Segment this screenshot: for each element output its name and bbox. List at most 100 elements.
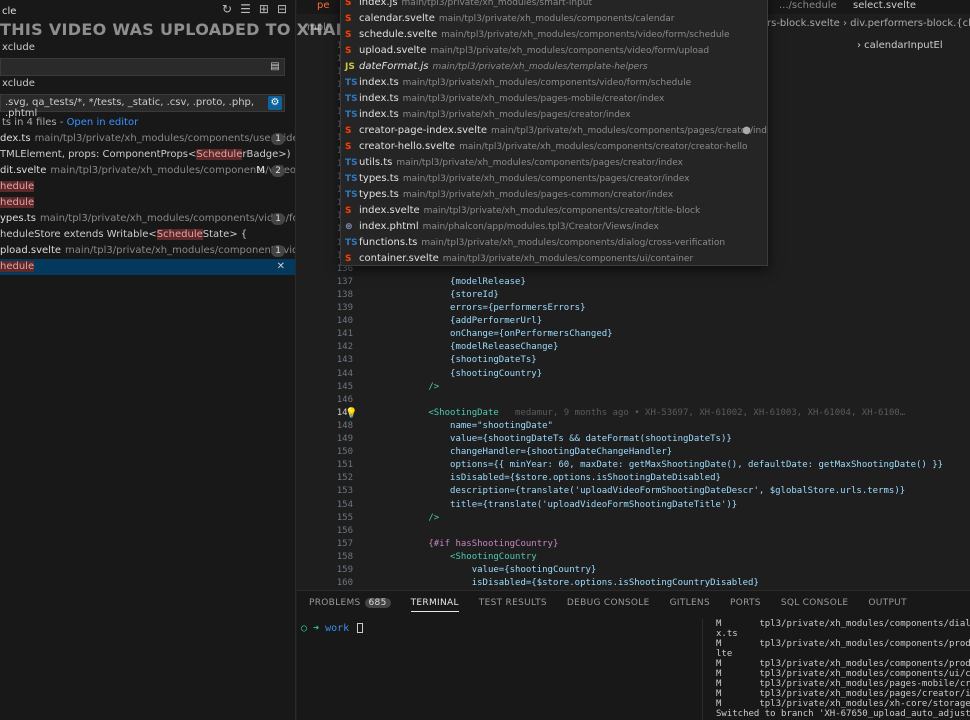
quick-open-file-name: index.ts bbox=[359, 77, 399, 88]
files-to-exclude-input[interactable]: .svg, qa_tests/*, */tests, _static, .csv… bbox=[0, 94, 285, 119]
quick-open-item[interactable]: TStypes.ts main/tpl3/private/xh_modules/p… bbox=[341, 187, 767, 203]
line-number: 157 bbox=[336, 538, 353, 549]
match-count-badge: 1 bbox=[271, 245, 285, 257]
code-text: /> bbox=[385, 381, 440, 392]
quick-open-item[interactable]: TSindex.ts main/tpl3/private/xh_modules/c… bbox=[341, 75, 767, 91]
refresh-icon[interactable]: ↻ bbox=[222, 2, 232, 16]
terminal-output: M tpl3/private/xh_modules/components/dia… bbox=[702, 619, 970, 720]
tab-mpl[interactable]: mpl bbox=[307, 22, 326, 33]
code-text: isDisabled={$store.options.isShootingCou… bbox=[385, 578, 759, 589]
code-text: errors={performersErrors} bbox=[385, 303, 586, 313]
result-match[interactable]: TMLElement, props: ComponentProps<Schedu… bbox=[0, 147, 295, 163]
quick-open-file-path: main/tpl3/private/xh_modules/components/… bbox=[441, 30, 730, 40]
line-number: 141 bbox=[336, 329, 353, 340]
files-to-include-input[interactable]: ▤ bbox=[0, 58, 285, 76]
breadcrumb[interactable]: rs-block.svelte › div.performers-block.{… bbox=[767, 18, 970, 29]
quick-open-list[interactable]: Sindex.js main/tpl3/private/xh_modules/sm… bbox=[340, 0, 768, 266]
result-match[interactable]: hedule bbox=[0, 195, 295, 211]
quick-open-item[interactable]: Screator-page-index.svelte main/tpl3/priv… bbox=[341, 123, 767, 139]
quick-open-item[interactable]: JS dateFormat.js main/tpl3/private/xh_modu… bbox=[341, 59, 767, 75]
code-line: 140 {addPerformerUrl} bbox=[297, 316, 970, 329]
code-text: {shootingCountry} bbox=[385, 368, 543, 379]
result-file-path: main/tpl3/private/xh_modules/components/… bbox=[34, 133, 295, 144]
quick-open-item[interactable]: ⊛ index.phtml main/phalcon/app/modules.tpl… bbox=[341, 219, 767, 235]
quick-open-item[interactable]: Scalendar.svelte main/tpl3/private/xh_mod… bbox=[341, 11, 767, 27]
bottom-panel: PROBLEMS 685 TERMINAL TEST RESULTS DEBUG CON… bbox=[297, 590, 970, 720]
use-exclude-settings-icon[interactable]: ⚙ bbox=[268, 96, 282, 110]
quick-open-item[interactable]: Screator-hello.svelte main/tpl3/private/x… bbox=[341, 139, 767, 155]
result-match[interactable]: hedule ✕ bbox=[0, 259, 295, 275]
tab-schedule[interactable]: .../schedule bbox=[779, 0, 837, 11]
code-line: 152 isDisabled={$store.options.isShootin… bbox=[297, 473, 970, 486]
quick-open-file-path: main/tpl3/private/xh_modules/components/… bbox=[438, 14, 675, 24]
quick-open-item[interactable]: Sindex.js main/tpl3/private/xh_modules/sm… bbox=[341, 0, 767, 11]
quick-open-file-name: utils.ts bbox=[359, 157, 393, 168]
lightbulb-icon[interactable]: 💡 bbox=[345, 408, 357, 419]
tab-pe[interactable]: pe bbox=[317, 0, 330, 11]
new-search-editor-icon[interactable]: ⊞ bbox=[259, 2, 269, 16]
panel-tabs: PROBLEMS 685 TERMINAL TEST RESULTS DEBUG CON… bbox=[297, 591, 970, 615]
result-match[interactable]: heduleStore extends Writable<ScheduleSta… bbox=[0, 227, 295, 243]
terminal-prompt[interactable]: ○ ➜ work bbox=[301, 623, 364, 634]
tab-terminal[interactable]: TERMINAL bbox=[410, 598, 459, 612]
line-number: 158 bbox=[336, 551, 353, 562]
tab-ports[interactable]: PORTS bbox=[730, 598, 761, 608]
files-to-exclude-label: xclude bbox=[2, 78, 35, 89]
quick-open-file-path: main/tpl3/private/xh_modules/components/… bbox=[421, 238, 726, 248]
result-file[interactable]: pload.svelte main/tpl3/private/xh_modules… bbox=[0, 243, 295, 259]
quick-open-file-path: main/tpl3/private/xh_modules/template-he… bbox=[432, 62, 648, 72]
line-number: 153 bbox=[336, 486, 353, 497]
line-number: 156 bbox=[336, 525, 353, 536]
code-line: 142 {modelReleaseChange} bbox=[297, 342, 970, 355]
quick-open-item[interactable]: TSindex.ts main/tpl3/private/xh_modules/p… bbox=[341, 107, 767, 123]
result-file-name: dit.svelte bbox=[0, 165, 47, 176]
line-number: 149 bbox=[336, 434, 353, 444]
line-number: 154 bbox=[336, 499, 353, 510]
result-file[interactable]: dex.ts main/tpl3/private/xh_modules/compo… bbox=[0, 131, 295, 147]
result-file[interactable]: dit.svelte main/tpl3/private/xh_modules/c… bbox=[0, 163, 295, 179]
match-highlight: hedule bbox=[0, 261, 35, 272]
tab-output[interactable]: OUTPUT bbox=[868, 598, 906, 608]
quick-open-file-name: index.js bbox=[359, 0, 398, 8]
code-line: 138 {storeId} bbox=[297, 290, 970, 303]
match-count-badge: 1 bbox=[271, 133, 285, 145]
line-number: 144 bbox=[336, 368, 353, 379]
tab-problems[interactable]: PROBLEMS 685 bbox=[309, 598, 391, 608]
tab-test-results[interactable]: TEST RESULTS bbox=[479, 598, 547, 608]
search-results: dex.ts main/tpl3/private/xh_modules/compo… bbox=[0, 131, 295, 275]
code-text: options={{ minYear: 60, maxDate: getMaxS… bbox=[385, 460, 944, 471]
match-post: rBadge>) { bbox=[242, 149, 295, 160]
book-icon[interactable]: ▤ bbox=[268, 60, 282, 74]
code-text: {storeId} bbox=[385, 289, 499, 300]
quick-open-item[interactable]: TSfunctions.ts main/tpl3/private/xh_modul… bbox=[341, 235, 767, 251]
code-line: 145 /> bbox=[297, 382, 970, 395]
match-highlight: Schedule bbox=[196, 149, 243, 160]
open-in-editor-link[interactable]: Open in editor bbox=[67, 117, 139, 128]
dismiss-match-icon[interactable]: ✕ bbox=[277, 259, 285, 275]
code-line: 148 name="shootingDate" bbox=[297, 421, 970, 434]
result-match[interactable]: hedule bbox=[0, 179, 295, 195]
match-highlight: hedule bbox=[0, 197, 35, 208]
tab-gitlens[interactable]: GITLENS bbox=[670, 598, 710, 608]
ts-file-icon: TS bbox=[345, 110, 358, 120]
quick-open-item[interactable]: Sindex.svelte main/tpl3/private/xh_module… bbox=[341, 203, 767, 219]
quick-open-item[interactable]: TSindex.ts main/tpl3/private/xh_modules/p… bbox=[341, 91, 767, 107]
collapse-all-icon[interactable]: ⊟ bbox=[277, 2, 287, 16]
tab-select-svelte[interactable]: select.svelte bbox=[853, 0, 916, 11]
quick-open-item[interactable]: Sschedule.svelte main/tpl3/private/xh_mod… bbox=[341, 27, 767, 43]
quick-open-item[interactable]: TSutils.ts main/tpl3/private/xh_modules/c… bbox=[341, 155, 767, 171]
quick-open-item[interactable]: TStypes.ts main/tpl3/private/xh_modules/c… bbox=[341, 171, 767, 187]
files-to-include-label: xclude bbox=[2, 42, 35, 53]
line-number: 151 bbox=[336, 460, 353, 471]
tab-sql-console[interactable]: SQL CONSOLE bbox=[781, 598, 849, 608]
tab-debug-console[interactable]: DEBUG CONSOLE bbox=[567, 598, 650, 608]
result-file-path: main/tpl3/private/xh_modules/components/… bbox=[39, 213, 295, 224]
code-line: 147 <ShootingDate 💡 medamur, 9 months ago … bbox=[297, 408, 970, 421]
result-file[interactable]: ypes.ts main/tpl3/private/xh_modules/comp… bbox=[0, 211, 295, 227]
quick-open-item[interactable]: Scontainer.svelte main/tpl3/private/xh_mo… bbox=[341, 251, 767, 265]
clear-results-icon[interactable]: ☰ bbox=[240, 2, 251, 16]
modified-mark: M bbox=[256, 165, 265, 176]
code-text: {addPerformerUrl} bbox=[385, 316, 543, 327]
line-number: 160 bbox=[336, 578, 353, 589]
quick-open-item[interactable]: Supload.svelte main/tpl3/private/xh_modul… bbox=[341, 43, 767, 59]
